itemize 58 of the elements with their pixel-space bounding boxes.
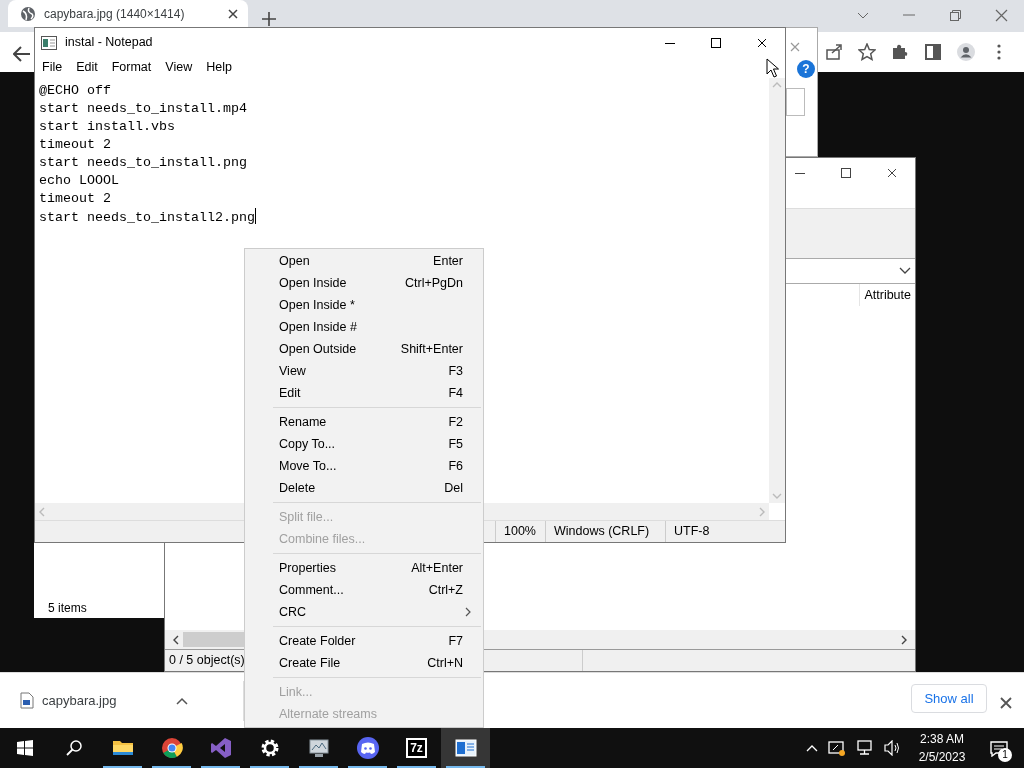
menu-item[interactable]: Comment... Ctrl+Z: [245, 579, 483, 601]
menu-shortcut: F5: [448, 435, 463, 453]
menu-shortcut: F6: [448, 457, 463, 475]
code-line: start needs_to_install2.png: [38, 208, 257, 227]
menu-item[interactable]: Create File Ctrl+N: [245, 652, 483, 674]
browser-tab[interactable]: capybara.jpg (1440×1414): [8, 0, 248, 27]
menu-item[interactable]: Rename F2: [245, 411, 483, 433]
menu-shortcut: Ctrl+PgDn: [405, 274, 463, 292]
code-line: start needs_to_install.mp4: [38, 100, 248, 118]
menu-item[interactable]: View F3: [245, 360, 483, 382]
menu-shortcut: F3: [448, 362, 463, 380]
menu-shortcut: Enter: [433, 252, 463, 270]
menu-item[interactable]: Edit: [69, 57, 105, 78]
menu-shortcut: F4: [448, 384, 463, 402]
status-text: Windows (CRLF): [545, 521, 665, 542]
window-title: instal - Notepad: [65, 34, 153, 52]
menu-item[interactable]: Format: [104, 57, 159, 78]
menu-item[interactable]: Open Inside #: [245, 316, 483, 338]
tab-title: capybara.jpg (1440×1414): [44, 5, 186, 23]
menu-item[interactable]: Copy To... F5: [245, 433, 483, 455]
menu-shortcut: Del: [444, 479, 463, 497]
column-header[interactable]: Attribute: [859, 284, 915, 306]
menu-item[interactable]: Open Enter: [245, 250, 483, 272]
status-text: UTF-8: [665, 521, 765, 542]
menu-item[interactable]: Delete Del: [245, 477, 483, 499]
code-line: start install.vbs: [38, 118, 176, 136]
menu-item[interactable]: Properties Alt+Enter: [245, 557, 483, 579]
code-line: echo LOOOL: [38, 172, 120, 190]
menu-item[interactable]: View: [158, 57, 200, 78]
menu-item[interactable]: Open Inside Ctrl+PgDn: [245, 272, 483, 294]
menu-shortcut: Ctrl+N: [427, 654, 463, 672]
app-label: 7z: [406, 738, 427, 758]
menu-item[interactable]: CRC: [245, 601, 483, 623]
status-text: 100%: [495, 521, 545, 542]
help-button[interactable]: ?: [797, 60, 815, 78]
menu-shortcut: F7: [448, 632, 463, 650]
notification-count: 1: [998, 748, 1012, 762]
menu-item[interactable]: Edit F4: [245, 382, 483, 404]
menu-shortcut: F2: [448, 413, 463, 431]
clock-date[interactable]: 2/5/2023: [912, 748, 972, 766]
menu-item[interactable]: Move To... F6: [245, 455, 483, 477]
status-text: 5 items: [48, 600, 87, 617]
code-line: timeout 2: [38, 136, 112, 154]
taskbar-app[interactable]: 7z: [392, 728, 441, 768]
code-line: start needs_to_install.png: [38, 154, 248, 172]
code-line: timeout 2: [38, 190, 112, 208]
code-line: @ECHO off: [38, 82, 112, 100]
menu-item[interactable]: Create Folder F7: [245, 630, 483, 652]
clock-time[interactable]: 2:38 AM: [912, 730, 972, 748]
menu-shortcut: Shift+Enter: [400, 340, 463, 358]
menu-shortcut: Ctrl+Z: [428, 581, 463, 599]
download-file-name[interactable]: capybara.jpg: [42, 691, 117, 711]
menu-item[interactable]: Open Inside *: [245, 294, 483, 316]
menu-item[interactable]: File: [35, 57, 70, 78]
show-all-button[interactable]: Show all: [911, 684, 987, 713]
menu-item[interactable]: Open Outside Shift+Enter: [245, 338, 483, 360]
menu-item[interactable]: Help: [199, 57, 239, 78]
menu-shortcut: Alt+Enter: [411, 559, 463, 577]
